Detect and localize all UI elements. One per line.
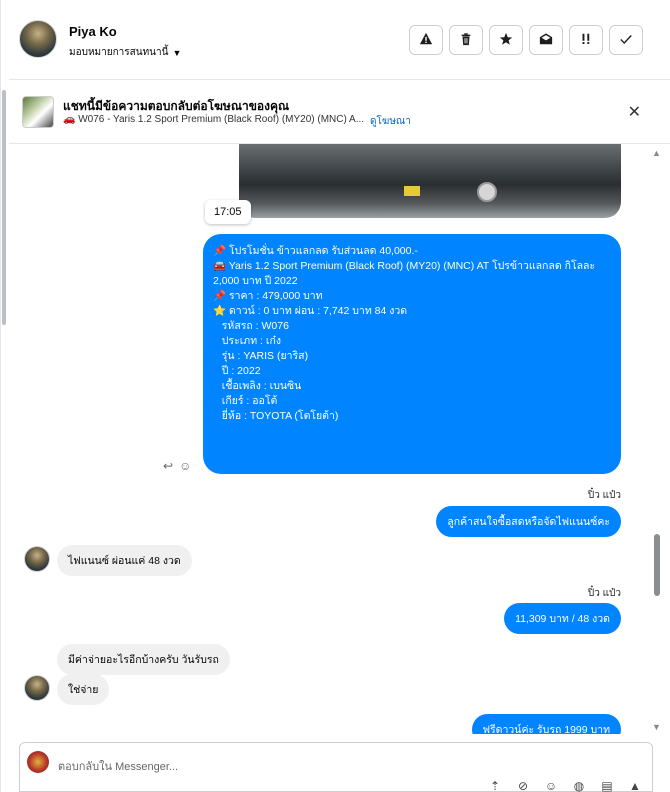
emoji-icon[interactable]: ☺	[179, 459, 191, 473]
sticker-icon[interactable]: ◍	[572, 779, 586, 792]
ad-reply-banner: แชทนี้มีข้อความตอบกลับต่อโฆษณาของคุณ 🚗 W…	[9, 80, 670, 144]
promo-line: ปี : 2022	[213, 365, 261, 377]
star-button[interactable]	[489, 25, 523, 55]
mail-open-icon	[539, 32, 553, 49]
reply-input[interactable]: ตอบกลับใน Messenger...	[58, 757, 178, 775]
sender-name: ปิ๋ว แป๋ว	[587, 588, 621, 599]
incoming-message[interactable]: ไฟแนนซ์ ผ่อนแค่ 48 งวด	[57, 545, 192, 576]
ad-description: 🚗 W076 - Yaris 1.2 Sport Premium (Black …	[63, 114, 365, 125]
banner-subtitle: 🚗 W076 - Yaris 1.2 Sport Premium (Black …	[63, 114, 411, 129]
message-thread[interactable]: 17:05 📌 โปรโมชั่น ข้าวแลกลด รับส่วนลด 40…	[9, 144, 657, 734]
scroll-up-icon[interactable]: ▲	[652, 148, 661, 158]
message-actions: ↩ ☺	[163, 459, 191, 473]
promo-line: รุ่น : YARIS (ยาริส)	[213, 350, 309, 362]
promo-line: ⭐ ดาวน์ : 0 บาท ผ่อน : 7,742 บาท 84 งวด	[213, 305, 408, 317]
outgoing-message[interactable]: 11,309 บาท / 48 งวด	[504, 603, 621, 634]
assign-label: มอบหมายการสนทนานี้	[69, 47, 169, 58]
incoming-message[interactable]: ใช่จ่าย	[57, 674, 110, 705]
mark-unread-button[interactable]	[529, 25, 563, 55]
contact-avatar-small[interactable]	[24, 546, 50, 572]
contact-avatar[interactable]	[19, 20, 57, 58]
promo-line: 📌 ราคา : 479,000 บาท	[213, 290, 323, 302]
messenger-window: Piya Ko มอบหมายการสนทนานี้ ▼ แชทนี้มีข้อ…	[0, 0, 670, 792]
radiator-cap	[477, 182, 497, 202]
promo-line: 🚘 Yaris 1.2 Sport Premium (Black Roof) (…	[213, 260, 599, 287]
report-spam-button[interactable]	[409, 25, 443, 55]
emoji-icon[interactable]: ☺	[544, 779, 558, 792]
paperclip-icon[interactable]: ⊘	[516, 779, 530, 792]
view-ad-link[interactable]: ดูโฆษณา	[370, 114, 411, 129]
contact-avatar-small[interactable]	[24, 675, 50, 701]
car-engine-photo[interactable]	[239, 144, 621, 218]
promo-line: รหัสรถ : W076	[213, 320, 289, 332]
thread-scrollbar[interactable]: ▲ ▼	[650, 144, 664, 734]
contact-name[interactable]: Piya Ko	[69, 24, 117, 39]
assign-dropdown[interactable]: มอบหมายการสนทนานี้ ▼	[69, 45, 181, 60]
outgoing-message[interactable]: ลูกค้าสนใจซื้อสดหรือจัดไฟแนนซ์คะ	[436, 506, 621, 537]
message-timestamp: 17:05	[205, 200, 251, 224]
saved-replies-icon[interactable]: ▤	[600, 779, 614, 792]
close-icon[interactable]: ✕	[628, 102, 641, 122]
important-icon	[579, 32, 593, 49]
promo-line: เกียร์ : ออโต้	[213, 395, 278, 407]
conversation-header: Piya Ko มอบหมายการสนทนานี้ ▼	[9, 0, 670, 80]
caret-down-icon: ▼	[172, 47, 182, 58]
reply-composer[interactable]: ตอบกลับใน Messenger... ⇡ ⊘ ☺ ◍ ▤ ▲	[19, 742, 653, 792]
sender-name: ปิ๋ว แป๋ว	[587, 490, 621, 501]
promo-line: 📌 โปรโมชั่น ข้าวแลกลด รับส่วนลด 40,000.-	[213, 245, 418, 257]
thread-scrollbar-thumb[interactable]	[654, 534, 660, 596]
like-icon[interactable]: ▲	[628, 779, 642, 792]
ad-thumbnail	[22, 96, 54, 128]
composer-tools: ⇡ ⊘ ☺ ◍ ▤ ▲	[488, 779, 642, 792]
reply-icon[interactable]: ↩	[163, 459, 173, 473]
promo-line: ประเภท : เก๋ง	[213, 335, 281, 347]
add-attachment-icon[interactable]: ⇡	[488, 779, 502, 792]
incoming-message[interactable]: มีค่าจ่ายอะไรอีกบ้างครับ วันรับรถ	[57, 644, 230, 675]
trash-icon	[459, 32, 473, 49]
check-icon	[619, 32, 633, 49]
engine-label	[404, 186, 420, 196]
page-avatar	[27, 751, 49, 773]
delete-button[interactable]	[449, 25, 483, 55]
promo-line: ยี่ห้อ : TOYOTA (โตโยต้า)	[213, 410, 339, 422]
header-actions	[409, 25, 643, 55]
left-scrollbar[interactable]	[1, 0, 7, 792]
mark-important-button[interactable]	[569, 25, 603, 55]
promo-line: เชื้อเพลิง : เบนซิน	[213, 380, 302, 392]
promo-message[interactable]: 📌 โปรโมชั่น ข้าวแลกลด รับส่วนลด 40,000.-…	[203, 234, 621, 474]
warning-icon	[419, 32, 433, 49]
star-icon	[499, 32, 513, 49]
mark-done-button[interactable]	[609, 25, 643, 55]
outgoing-message[interactable]: ฟรีดาวน์ค่ะ รับรถ 1999 บาท	[471, 714, 621, 734]
left-scrollbar-thumb[interactable]	[2, 90, 6, 325]
scroll-down-icon[interactable]: ▼	[652, 722, 661, 732]
